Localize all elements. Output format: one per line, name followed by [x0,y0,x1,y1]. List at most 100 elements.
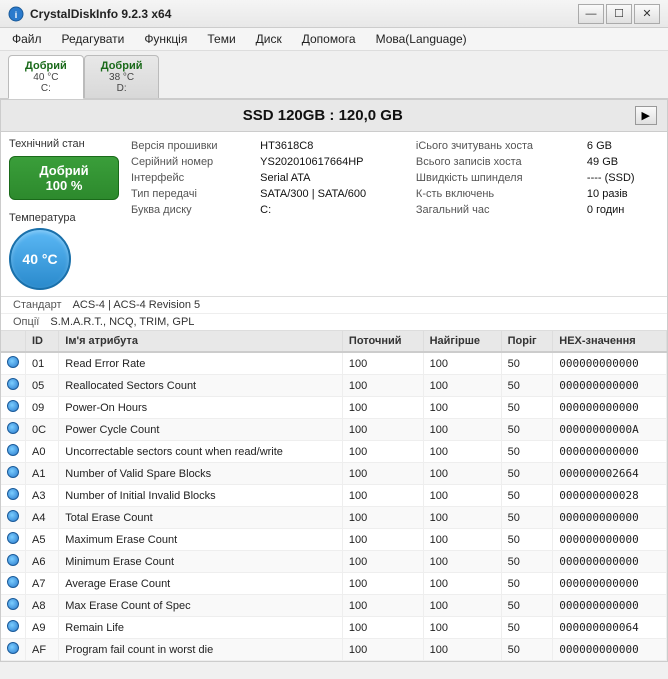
row-name: Uncorrectable sectors count when read/wr… [59,441,343,463]
title-bar-left: i CrystalDiskInfo 9.2.3 x64 [8,6,171,22]
svg-text:i: i [15,10,18,20]
row-worst: 100 [423,595,501,617]
table-row: A3 Number of Initial Invalid Blocks 100 … [1,485,667,507]
temperature-panel: Температура 40 °C [9,212,119,290]
row-dot [1,397,26,419]
row-hex: 0000000000AA [553,661,667,662]
row-current: 100 [342,595,423,617]
table-row: A4 Total Erase Count 100 100 50 00000000… [1,507,667,529]
row-hex: 000000000000 [553,595,667,617]
title-bar: i CrystalDiskInfo 9.2.3 x64 — ☐ ✕ [0,0,668,28]
minimize-button[interactable]: — [578,4,604,24]
table-row: 0C Power Cycle Count 100 100 50 00000000… [1,419,667,441]
host-writes-value: 49 GB [583,154,659,170]
tab-c-temp: 40 °C [33,72,58,83]
table-row: A0 Uncorrectable sectors count when read… [1,441,667,463]
col-hex: HEX-значення [553,331,667,352]
row-name: Number of Initial Invalid Blocks [59,485,343,507]
row-threshold: 50 [501,463,553,485]
row-dot [1,573,26,595]
row-name: Minimum Erase Count [59,551,343,573]
poweron-value: 10 разів [583,186,659,202]
row-current: 100 [342,485,423,507]
row-name: Number of Valid Spare Blocks [59,463,343,485]
row-hex: 000000000000 [553,551,667,573]
table-row: B0 Erase fail count in worst die 100 100… [1,661,667,662]
row-threshold: 50 [501,375,553,397]
row-worst: 100 [423,419,501,441]
table-row: A6 Minimum Erase Count 100 100 50 000000… [1,551,667,573]
menu-disk[interactable]: Диск [248,30,290,48]
options-row: Опції S.M.A.R.T., NCQ, TRIM, GPL [1,314,667,331]
table-row: A5 Maximum Erase Count 100 100 50 000000… [1,529,667,551]
maximize-button[interactable]: ☐ [606,4,632,24]
row-threshold: 50 [501,595,553,617]
menu-file[interactable]: Файл [4,30,50,48]
window-controls: — ☐ ✕ [578,4,660,24]
row-threshold: 50 [501,529,553,551]
interface-label: Інтерфейс [127,170,256,186]
totaltime-value: 0 годин [583,202,659,218]
row-name: Max Erase Count of Spec [59,595,343,617]
row-id: B0 [26,661,59,662]
firmware-label: Версія прошивки [127,138,256,154]
row-dot [1,419,26,441]
totaltime-label: Загальний час [412,202,583,218]
table-row: 05 Reallocated Sectors Count 100 100 50 … [1,375,667,397]
row-worst: 100 [423,617,501,639]
row-threshold: 50 [501,617,553,639]
row-current: 100 [342,397,423,419]
row-id: 01 [26,352,59,375]
row-dot [1,617,26,639]
row-hex: 00000000000A [553,419,667,441]
table-row: A7 Average Erase Count 100 100 50 000000… [1,573,667,595]
row-worst: 100 [423,375,501,397]
tab-c-letter: C: [41,83,51,94]
row-dot [1,463,26,485]
row-dot [1,529,26,551]
row-dot [1,375,26,397]
info-transfer-row: Тип передачі SATA/300 | SATA/600 К-сть в… [127,186,659,202]
menu-function[interactable]: Функція [136,30,195,48]
table-row: 01 Read Error Rate 100 100 50 0000000000… [1,352,667,375]
drive-menu-button[interactable]: ▶ [635,106,657,125]
row-threshold: 50 [501,661,553,662]
smart-table-container[interactable]: ID Ім'я атрибута Поточний Найгірше Поріг… [1,331,667,661]
menu-help[interactable]: Допомога [294,30,364,48]
row-id: 0C [26,419,59,441]
row-id: A7 [26,573,59,595]
col-id: ID [26,331,59,352]
menu-edit[interactable]: Редагувати [54,30,133,48]
row-dot [1,661,26,662]
main-content: SSD 120GB : 120,0 GB ▶ Технічний стан До… [0,99,668,662]
firmware-value: HT3618C8 [256,138,412,154]
app-title: CrystalDiskInfo 9.2.3 x64 [30,7,171,21]
app-icon: i [8,6,24,22]
row-name: Average Erase Count [59,573,343,595]
info-interface-row: Інтерфейс Serial ATA Швидкість шпинделя … [127,170,659,186]
poweron-label: К-сть включень [412,186,583,202]
row-id: A9 [26,617,59,639]
transfer-value: SATA/300 | SATA/600 [256,186,412,202]
status-panel: Технічний стан Добрий 100 % Температура … [9,138,119,290]
status-box: Добрий 100 % [9,156,119,200]
smart-table: ID Ім'я атрибута Поточний Найгірше Поріг… [1,331,667,661]
tab-d[interactable]: Добрий 38 °C D: [84,55,160,98]
row-id: A0 [26,441,59,463]
row-hex: 000000000028 [553,485,667,507]
row-worst: 100 [423,551,501,573]
col-name: Ім'я атрибута [59,331,343,352]
row-worst: 100 [423,352,501,375]
row-worst: 100 [423,485,501,507]
menu-themes[interactable]: Теми [199,30,243,48]
table-header-row: ID Ім'я атрибута Поточний Найгірше Поріг… [1,331,667,352]
row-threshold: 50 [501,485,553,507]
row-dot [1,595,26,617]
tab-c[interactable]: Добрий 40 °C C: [8,55,84,99]
tab-d-temp: 38 °C [109,72,134,83]
close-button[interactable]: ✕ [634,4,660,24]
col-worst: Найгірше [423,331,501,352]
temp-circle: 40 °C [9,228,71,290]
table-row: A1 Number of Valid Spare Blocks 100 100 … [1,463,667,485]
menu-language[interactable]: Мова(Language) [368,30,475,48]
